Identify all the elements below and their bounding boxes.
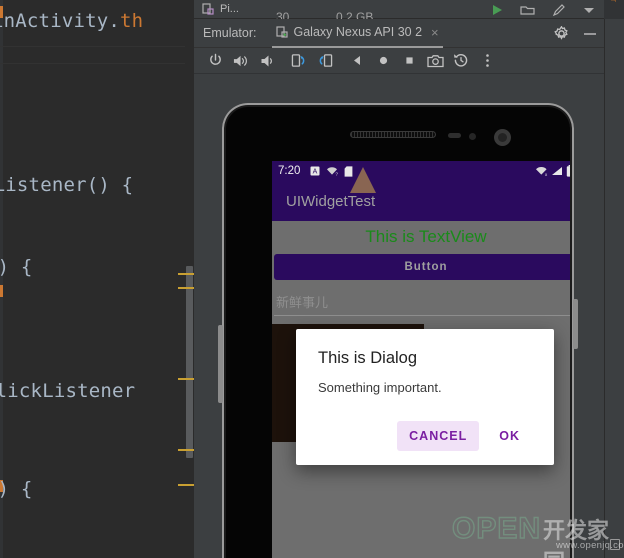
run-play-icon[interactable] <box>490 3 504 17</box>
screenshot-button[interactable] <box>422 50 448 72</box>
emulator-header: Emulator: Galaxy Nexus API 30 2 × <box>194 19 604 48</box>
proximity-sensor-icon <box>448 133 461 138</box>
android-studio-toolbar[interactable]: Pi... 30 0.2 GB <box>194 0 604 24</box>
folder-icon[interactable] <box>520 3 536 17</box>
gear-icon[interactable] <box>554 26 569 41</box>
toolbar-actions <box>490 3 596 17</box>
rotate-left-button[interactable] <box>286 50 312 72</box>
device-icon <box>202 2 215 16</box>
editor-marker-stripe <box>178 449 194 451</box>
right-tool-strip[interactable] <box>604 0 624 558</box>
device-screen[interactable]: 7:20 A ? x UIWidgetTest This is TextView… <box>272 161 570 558</box>
code-line-5: i) { <box>0 478 33 500</box>
editor-marker-stripe <box>178 287 194 289</box>
emulator-device-stage[interactable]: 7:20 A ? x UIWidgetTest This is TextView… <box>194 75 604 558</box>
emulator-header-actions <box>554 19 597 48</box>
editor-divider <box>0 63 208 64</box>
editor-divider <box>0 46 208 47</box>
code-keyword: th <box>120 10 144 32</box>
dialog-title: This is Dialog <box>318 349 418 367</box>
code-line-2: kListener() { <box>0 174 134 196</box>
dialog-message: Something important. <box>318 380 442 395</box>
code-line-1: inActivity.th <box>0 10 143 32</box>
emulator-tab-label: Galaxy Nexus API 30 2 <box>293 25 423 39</box>
device-selector[interactable]: Pi... <box>202 2 239 16</box>
android-device-frame: 7:20 A ? x UIWidgetTest This is TextView… <box>218 103 578 558</box>
snapshot-history-button[interactable] <box>448 50 474 72</box>
dialog-ok-button[interactable]: OK <box>487 421 532 451</box>
more-options-button[interactable] <box>474 50 500 72</box>
dialog-actions: CANCEL OK <box>318 421 532 457</box>
earpiece-speaker <box>350 131 436 138</box>
editor-left-edge <box>0 0 3 558</box>
code-line-4: ClickListener <box>0 380 136 402</box>
alert-dialog: This is Dialog Something important. CANC… <box>296 329 554 465</box>
editor-scrollbar-thumb[interactable] <box>186 266 193 458</box>
device-icon <box>275 25 289 39</box>
device-bezel: 7:20 A ? x UIWidgetTest This is TextView… <box>226 107 570 558</box>
volume-up-button[interactable] <box>228 50 254 72</box>
front-camera-icon <box>494 129 511 146</box>
overview-button[interactable] <box>396 50 422 72</box>
volume-down-button[interactable] <box>254 50 280 72</box>
emulator-label: Emulator: <box>203 26 257 40</box>
close-icon[interactable]: × <box>431 25 439 40</box>
watermark-url: www.openjq.com <box>556 540 624 551</box>
chevron-down-icon[interactable] <box>582 5 596 15</box>
device-volume-button-left[interactable] <box>218 325 223 403</box>
right-tool-strip-label: ger <box>609 0 619 25</box>
code-line-3: i) { <box>0 256 33 278</box>
dialog-cancel-button[interactable]: CANCEL <box>397 421 480 451</box>
editor-marker-stripe <box>178 484 194 486</box>
right-tool-strip-header[interactable]: ger <box>604 0 624 19</box>
emulator-toolbar <box>194 48 604 74</box>
device-name-label: Pi... <box>220 3 239 15</box>
emulator-tool-window: Emulator: Galaxy Nexus API 30 2 × 7:20 A… <box>194 19 604 558</box>
home-button[interactable] <box>370 50 396 72</box>
editor-marker-stripe <box>178 378 194 380</box>
back-button[interactable] <box>344 50 370 72</box>
code-editor[interactable]: inActivity.th kListener() { i) { ClickLi… <box>0 0 208 558</box>
pencil-edit-icon[interactable] <box>552 3 566 17</box>
power-button[interactable] <box>202 50 228 72</box>
minimize-icon[interactable] <box>583 29 597 39</box>
emulator-tab-galaxy-nexus[interactable]: Galaxy Nexus API 30 2 × <box>271 19 443 48</box>
device-volume-button-right[interactable] <box>573 299 578 349</box>
screenshot-root: inActivity.th kListener() { i) { ClickLi… <box>0 0 624 558</box>
editor-change-marker <box>0 285 3 297</box>
light-sensor-icon <box>469 133 476 140</box>
code-text: inActivity. <box>0 10 121 32</box>
editor-marker-stripe <box>178 273 194 275</box>
rotate-right-button[interactable] <box>312 50 338 72</box>
